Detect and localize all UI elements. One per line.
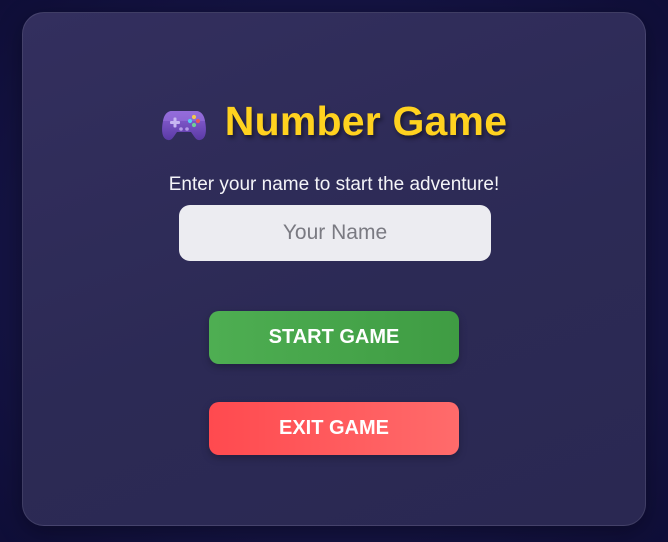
name-input[interactable]	[179, 205, 491, 261]
start-card: Number Game Enter your name to start the…	[22, 12, 646, 526]
subtitle: Enter your name to start the adventure!	[168, 174, 500, 195]
page-title: Number Game	[224, 97, 508, 144]
exit-game-button[interactable]: EXIT GAME	[209, 402, 459, 455]
start-game-button[interactable]: START GAME	[209, 311, 459, 364]
gamepad-icon	[161, 103, 207, 143]
title-row: Number Game	[23, 93, 645, 149]
